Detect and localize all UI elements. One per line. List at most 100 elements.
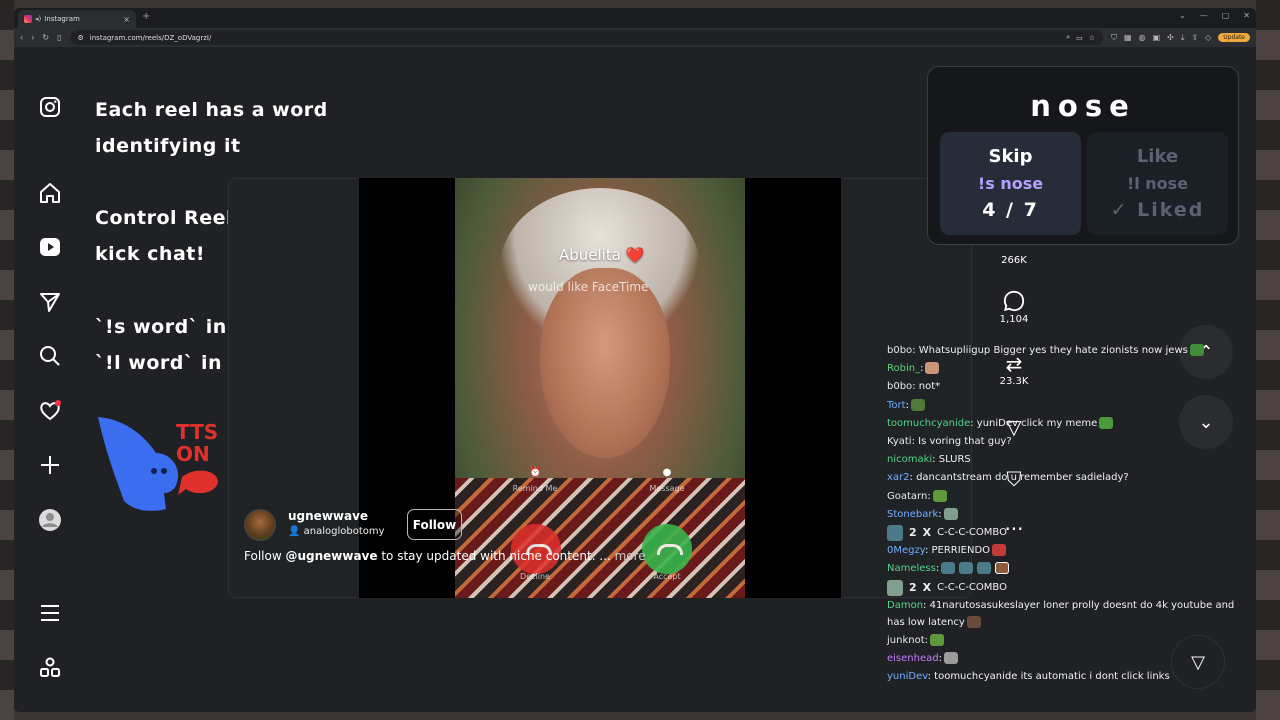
like-label: Like	[1136, 146, 1179, 167]
chat-message: yuniDev: toomuchcyanide its automatic i …	[887, 668, 1247, 686]
minimize-icon[interactable]: —	[1200, 11, 1208, 20]
zoom-icon[interactable]: ⌕	[1066, 33, 1070, 42]
caption-more-link[interactable]: more	[611, 549, 646, 563]
extension-icon[interactable]: ▦	[1124, 33, 1132, 42]
caption-prefix: Follow	[244, 549, 286, 563]
chat-username: junknot	[887, 634, 925, 646]
overlay-instruction-line: identifying it	[95, 135, 241, 157]
site-info-icon[interactable]: ⚙	[78, 34, 84, 42]
audio-attribution[interactable]: 👤 analoglobotomy	[288, 526, 385, 537]
cast-icon[interactable]: ▭	[1076, 34, 1083, 42]
like-count: 266K	[984, 255, 1044, 266]
shield-icon[interactable]: ⛉	[1111, 33, 1117, 43]
instagram-logo-icon[interactable]	[38, 95, 62, 119]
caption-handle-link[interactable]: @ugnewwave	[285, 549, 377, 563]
chat-emote	[943, 652, 958, 665]
chat-text: : PERRIENDO	[924, 545, 991, 557]
chat-combo: 2 X C-C-C-COMBO	[887, 524, 1247, 542]
overlay-instruction-line: Each reel has a word	[95, 99, 328, 121]
tab-bar: ◂) Instagram × + ⌄ — ▢ ✕	[14, 8, 1256, 28]
share-icon[interactable]: ⇪	[1191, 33, 1198, 42]
notifications-heart-icon[interactable]	[38, 399, 62, 423]
browser-toolbar: ‹ › ↻ ▯ ⚙ instagram.com/reels/DZ_oDVagrz…	[14, 28, 1256, 47]
create-plus-icon[interactable]	[38, 453, 62, 477]
reel-caption: Follow @ugnewwave to stay updated with n…	[244, 549, 646, 563]
maximize-icon[interactable]: ▢	[1222, 11, 1230, 20]
chat-text: : not*	[912, 381, 941, 393]
chat-username: Tort	[887, 399, 906, 411]
accept-call-icon	[642, 524, 692, 574]
caption-text: to stay updated with niche content. ...	[377, 549, 611, 563]
background-pattern-right	[1256, 0, 1280, 720]
more-apps-icon[interactable]	[38, 656, 62, 680]
menu-hamburger-icon[interactable]	[38, 601, 62, 625]
chat-text: : dancantstream do u remember sadielady?	[909, 472, 1129, 484]
tab-search-icon[interactable]: ⌄	[1179, 11, 1186, 20]
extension-globe-icon[interactable]: ◍	[1139, 33, 1146, 42]
chat-emote	[992, 544, 1007, 557]
reload-icon[interactable]: ↻	[42, 33, 49, 42]
send-icon[interactable]	[38, 290, 62, 314]
close-window-icon[interactable]: ✕	[1243, 11, 1250, 20]
tab-title: Instagram	[44, 15, 80, 23]
chat-message: nicomaki: SLURS	[887, 451, 1247, 469]
update-button[interactable]: Update	[1218, 33, 1250, 42]
speaker-icon[interactable]: ◂)	[35, 15, 41, 23]
combo-emote	[887, 525, 903, 542]
chat-message: b0bo: Whatsupliigup Bigger yes they hate…	[887, 342, 1247, 360]
skip-label: Skip	[988, 146, 1033, 167]
comment-icon[interactable]	[984, 290, 1044, 314]
forward-icon[interactable]: ›	[31, 33, 34, 42]
chat-message: Stonebark:	[887, 506, 1247, 524]
profile-avatar-icon[interactable]	[38, 508, 62, 532]
comment-action[interactable]: 1,104	[984, 290, 1044, 325]
reels-icon[interactable]	[38, 235, 62, 259]
chat-username: yuniDev	[887, 671, 928, 683]
new-tab-button[interactable]: +	[142, 11, 150, 22]
close-tab-icon[interactable]: ×	[123, 15, 130, 24]
wallet-icon[interactable]: ◇	[1205, 33, 1211, 42]
chat-emote	[943, 507, 958, 520]
address-bar[interactable]: ⚙ instagram.com/reels/DZ_oDVagrzI/ ⌕ ▭ ☆	[69, 30, 1104, 45]
combo-count: 2	[909, 580, 917, 594]
chat-message: Damon: 41narutosasukeslayer loner prolly…	[887, 597, 1247, 632]
chat-username: Damon	[887, 599, 924, 611]
chat-username: Kyati	[887, 436, 912, 448]
instagram-page: Each reel has a word identifying it Cont…	[14, 47, 1256, 712]
chat-text: : SLURS	[932, 454, 971, 466]
chat-combo: 2 X C-C-C-COMBO	[887, 579, 1247, 597]
chat-text: :	[927, 490, 931, 502]
chat-emote	[1189, 344, 1204, 356]
download-icon[interactable]: ⤓	[1181, 33, 1185, 43]
author-username[interactable]: ugnewwave	[288, 509, 368, 523]
chat-message: Goatarn:	[887, 488, 1247, 506]
home-icon[interactable]	[38, 181, 62, 205]
audio-name: analoglobotomy	[303, 526, 385, 537]
bookmark-star-icon[interactable]: ☆	[1089, 34, 1095, 42]
bookmark-icon[interactable]: ▯	[57, 33, 61, 42]
chat-username: Nameless	[887, 563, 936, 575]
extension-puzzle-icon[interactable]: ✣	[1167, 33, 1174, 42]
reel-photo[interactable]	[455, 178, 745, 598]
instagram-favicon-icon	[24, 15, 32, 23]
kick-chat-overlay: b0bo: Whatsupliigup Bigger yes they hate…	[887, 342, 1247, 686]
sidebar-nav	[14, 47, 84, 712]
follow-button[interactable]: Follow	[407, 509, 462, 540]
tts-on-label: ON	[176, 442, 210, 466]
chat-username: b0bo	[887, 381, 913, 393]
tab-instagram[interactable]: ◂) Instagram ×	[18, 10, 136, 28]
search-icon[interactable]	[38, 344, 62, 368]
chat-emote	[959, 562, 974, 575]
chat-text: : toomuchcyanide its automatic i dont cl…	[927, 671, 1170, 683]
browser-window: ◂) Instagram × + ⌄ — ▢ ✕ ‹ › ↻ ▯ ⚙ insta…	[14, 8, 1256, 712]
back-icon[interactable]: ‹	[20, 33, 23, 42]
chat-message: 0Megzy: PERRIENDO	[887, 542, 1247, 560]
chat-username: xar2	[887, 472, 910, 484]
decline-label: Decline	[520, 572, 550, 581]
author-avatar[interactable]	[244, 509, 276, 541]
combo-label: C-C-C-COMBO	[937, 581, 1007, 593]
extension-box-icon[interactable]: ▣	[1153, 33, 1161, 42]
chat-message: b0bo: not*	[887, 378, 1247, 396]
chat-text: : 41narutosasukeslayer loner prolly does…	[887, 599, 1235, 629]
chat-text: :	[938, 653, 942, 665]
